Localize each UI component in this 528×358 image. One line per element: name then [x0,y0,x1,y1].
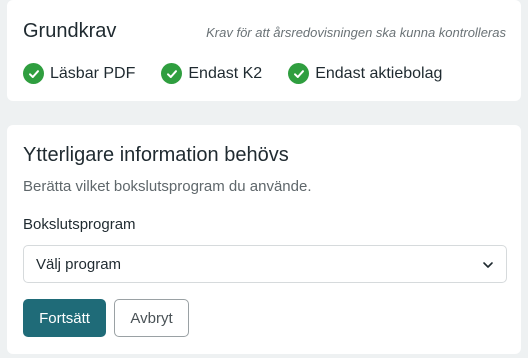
continue-button[interactable]: Fortsätt [23,299,106,337]
check-circle-icon [288,63,310,84]
chevron-down-icon [482,258,494,275]
requirement-label: Endast aktiebolag [315,64,443,82]
requirements-title: Grundkrav [23,20,117,42]
requirements-card: Grundkrav Krav för att årsredovisningen … [7,0,521,101]
requirement-item-k2: Endast K2 [161,63,262,84]
requirements-list: Läsbar PDF Endast K2 Endast aktiebolag [23,63,468,84]
program-select-value: Välj program [36,255,122,273]
info-description: Berätta vilket bokslutsprogram du använd… [23,178,312,195]
requirement-label: Läsbar PDF [50,64,136,82]
check-circle-icon [23,63,44,84]
check-circle-icon [161,63,183,84]
requirement-item-readable-pdf: Läsbar PDF [23,63,135,84]
additional-info-card: Ytterligare information behövs Berätta v… [7,125,521,354]
requirements-note: Krav för att årsredovisningen ska kunna … [206,25,506,40]
info-title: Ytterligare information behövs [23,144,289,166]
requirement-label: Endast K2 [188,64,263,82]
program-select[interactable]: Välj program [23,245,507,283]
cancel-button[interactable]: Avbryt [114,299,189,337]
requirement-item-aktiebolag: Endast aktiebolag [288,63,442,84]
program-field-label: Bokslutsprogram [23,216,136,233]
